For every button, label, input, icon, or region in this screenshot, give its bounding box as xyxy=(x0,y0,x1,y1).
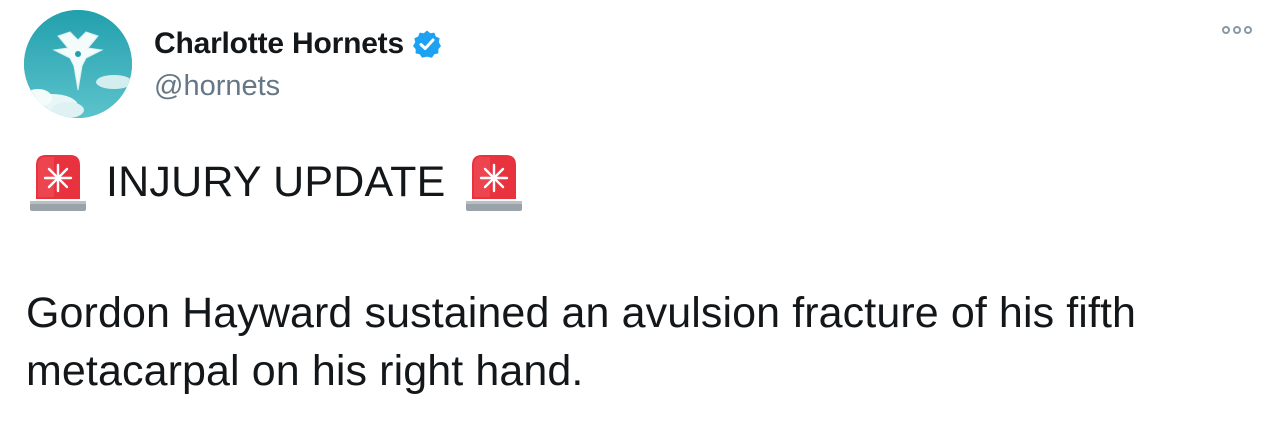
more-dot xyxy=(1233,26,1241,34)
author-name-row: Charlotte Hornets xyxy=(154,22,442,66)
tweet-headline: INJURY UPDATE xyxy=(28,150,524,214)
tweet-body-text: Gordon Hayward sustained an avulsion fra… xyxy=(26,289,1137,395)
author-display-name[interactable]: Charlotte Hornets xyxy=(154,27,404,61)
more-dot xyxy=(1222,26,1230,34)
more-dot xyxy=(1244,26,1252,34)
rotating-light-icon xyxy=(464,151,524,213)
tweet-card: Charlotte Hornets @hornets INJURY UPDATE… xyxy=(0,0,1282,448)
tweet-author: Charlotte Hornets @hornets xyxy=(154,22,442,103)
rotating-light-icon xyxy=(28,151,88,213)
verified-badge-icon xyxy=(412,29,442,59)
hornets-logo-icon[interactable] xyxy=(24,10,132,118)
author-handle[interactable]: @hornets xyxy=(154,70,442,103)
headline-text: INJURY UPDATE xyxy=(106,157,446,206)
more-options-icon[interactable] xyxy=(1222,26,1252,34)
